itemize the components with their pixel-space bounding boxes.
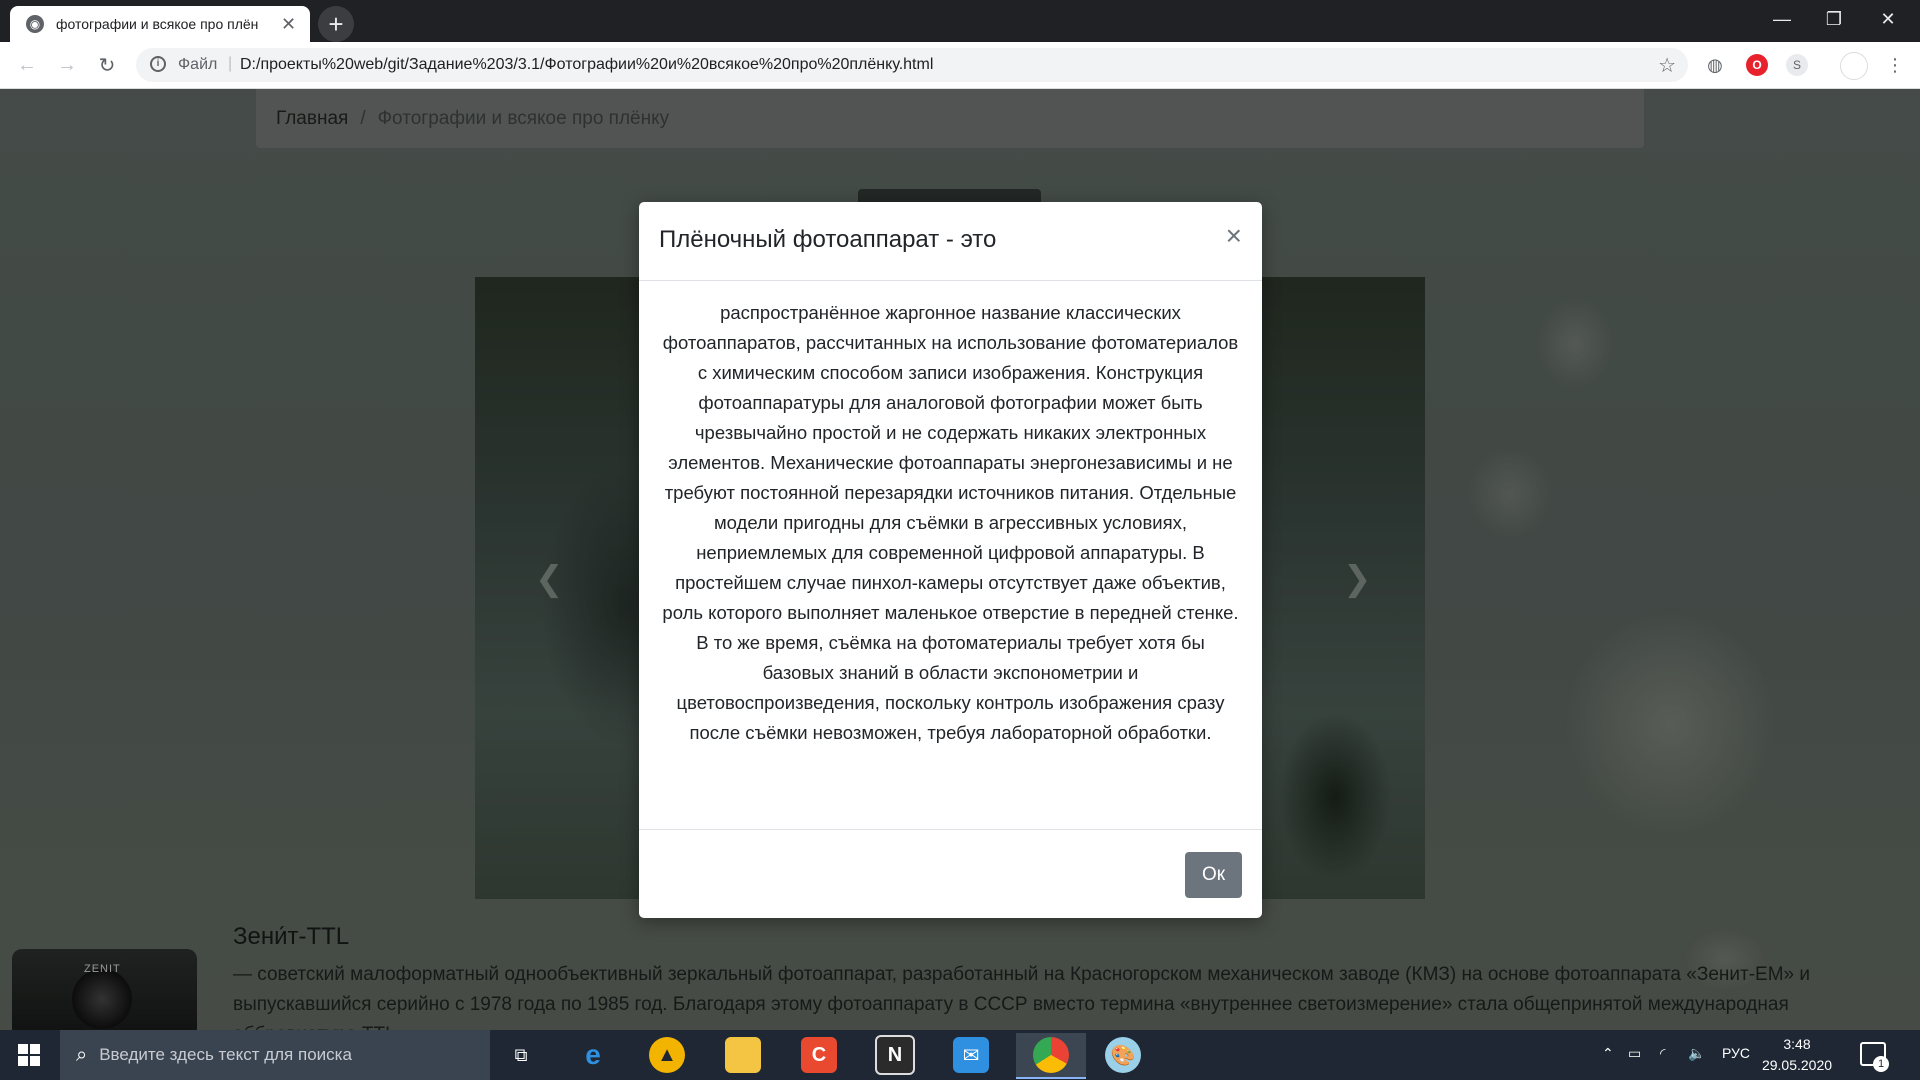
- aimp-icon: ▲: [649, 1037, 685, 1073]
- translate-extension-icon[interactable]: ◍: [1704, 54, 1726, 76]
- s-extension-icon[interactable]: S: [1786, 54, 1808, 76]
- explorer-taskbar-button[interactable]: [712, 1033, 774, 1077]
- taskbar: ⌕ Введите здесь текст для поиска ⧉ e ▲ C…: [0, 1030, 1920, 1080]
- edge-icon: e: [585, 1039, 601, 1070]
- clock[interactable]: 3:48 29.05.2020: [1752, 1034, 1842, 1076]
- opera-extension-icon[interactable]: O: [1746, 54, 1768, 76]
- tab-close-icon[interactable]: ✕: [281, 14, 296, 35]
- profile-avatar[interactable]: [1840, 52, 1868, 80]
- reload-button[interactable]: ↻: [92, 50, 122, 80]
- ok-button[interactable]: Ок: [1185, 852, 1242, 898]
- notion-icon: N: [875, 1035, 915, 1075]
- aimp-taskbar-button[interactable]: ▲: [636, 1033, 698, 1077]
- paint-taskbar-button[interactable]: 🎨: [1092, 1033, 1154, 1077]
- folder-icon: [725, 1037, 761, 1073]
- search-placeholder: Введите здесь текст для поиска: [99, 1045, 352, 1064]
- new-tab-button[interactable]: +: [318, 6, 354, 42]
- tab-title: фотографии и всякое про плён: [56, 16, 259, 32]
- close-icon[interactable]: ×: [1226, 222, 1242, 250]
- taskbar-search[interactable]: ⌕ Введите здесь текст для поиска: [60, 1030, 490, 1080]
- address-bar[interactable]: i Файл | D:/проекты%20web/git/Задание%20…: [136, 48, 1688, 82]
- back-button[interactable]: ←: [12, 50, 42, 80]
- start-button[interactable]: [0, 1030, 58, 1080]
- mail-taskbar-button[interactable]: ✉: [940, 1033, 1002, 1077]
- url-text[interactable]: D:/проекты%20web/git/Задание%203/3.1/Фот…: [240, 56, 933, 74]
- browser-toolbar: ← → ↻ i Файл | D:/проекты%20web/git/Зада…: [0, 42, 1920, 89]
- restore-button[interactable]: ❐: [1806, 0, 1862, 38]
- modal-dialog: Плёночный фотоаппарат - это × распростра…: [639, 202, 1262, 918]
- globe-icon: ◉: [26, 15, 44, 33]
- task-view-button[interactable]: ⧉: [490, 1033, 552, 1077]
- window-close-button[interactable]: ✕: [1860, 0, 1916, 38]
- tray-chevron-icon[interactable]: ⌃: [1602, 1045, 1614, 1062]
- mail-icon: ✉: [953, 1037, 989, 1073]
- menu-kebab-icon[interactable]: ⋮: [1884, 54, 1906, 76]
- battery-icon[interactable]: ▭: [1628, 1045, 1641, 1062]
- clock-date: 29.05.2020: [1761, 1057, 1833, 1073]
- ccleaner-icon: C: [801, 1037, 837, 1073]
- modal-header: Плёночный фотоаппарат - это ×: [639, 202, 1262, 281]
- chrome-icon: [1033, 1037, 1069, 1073]
- edge-taskbar-button[interactable]: e: [562, 1033, 624, 1077]
- modal-body-text: распространённое жаргонное название клас…: [662, 302, 1239, 743]
- url-separator: |: [228, 55, 233, 72]
- volume-icon[interactable]: 🔈: [1688, 1045, 1705, 1062]
- notion-taskbar-button[interactable]: N: [864, 1033, 926, 1077]
- url-scheme: Файл: [178, 56, 218, 73]
- ccleaner-taskbar-button[interactable]: C: [788, 1033, 850, 1077]
- modal-footer: Ок: [639, 829, 1262, 919]
- wifi-icon[interactable]: ◜: [1660, 1045, 1665, 1062]
- bookmark-star-icon[interactable]: ☆: [1658, 53, 1676, 78]
- windows-logo-icon: [18, 1044, 40, 1066]
- modal-title: Плёночный фотоаппарат - это: [659, 226, 997, 253]
- task-view-icon: ⧉: [514, 1044, 528, 1065]
- notification-count: 1: [1873, 1056, 1889, 1072]
- chrome-taskbar-button[interactable]: [1016, 1033, 1086, 1079]
- minimize-button[interactable]: —: [1754, 0, 1810, 38]
- forward-button[interactable]: →: [52, 50, 82, 80]
- search-icon: ⌕: [76, 1043, 88, 1066]
- palette-icon: 🎨: [1105, 1037, 1141, 1073]
- browser-tab[interactable]: ◉ фотографии и всякое про плён ✕: [10, 6, 310, 42]
- browser-tab-bar: ◉ фотографии и всякое про плён ✕ + — ❐ ✕: [0, 0, 1920, 42]
- clock-time: 3:48: [1783, 1036, 1811, 1052]
- info-icon[interactable]: i: [150, 56, 166, 72]
- language-indicator[interactable]: РУС: [1722, 1045, 1750, 1061]
